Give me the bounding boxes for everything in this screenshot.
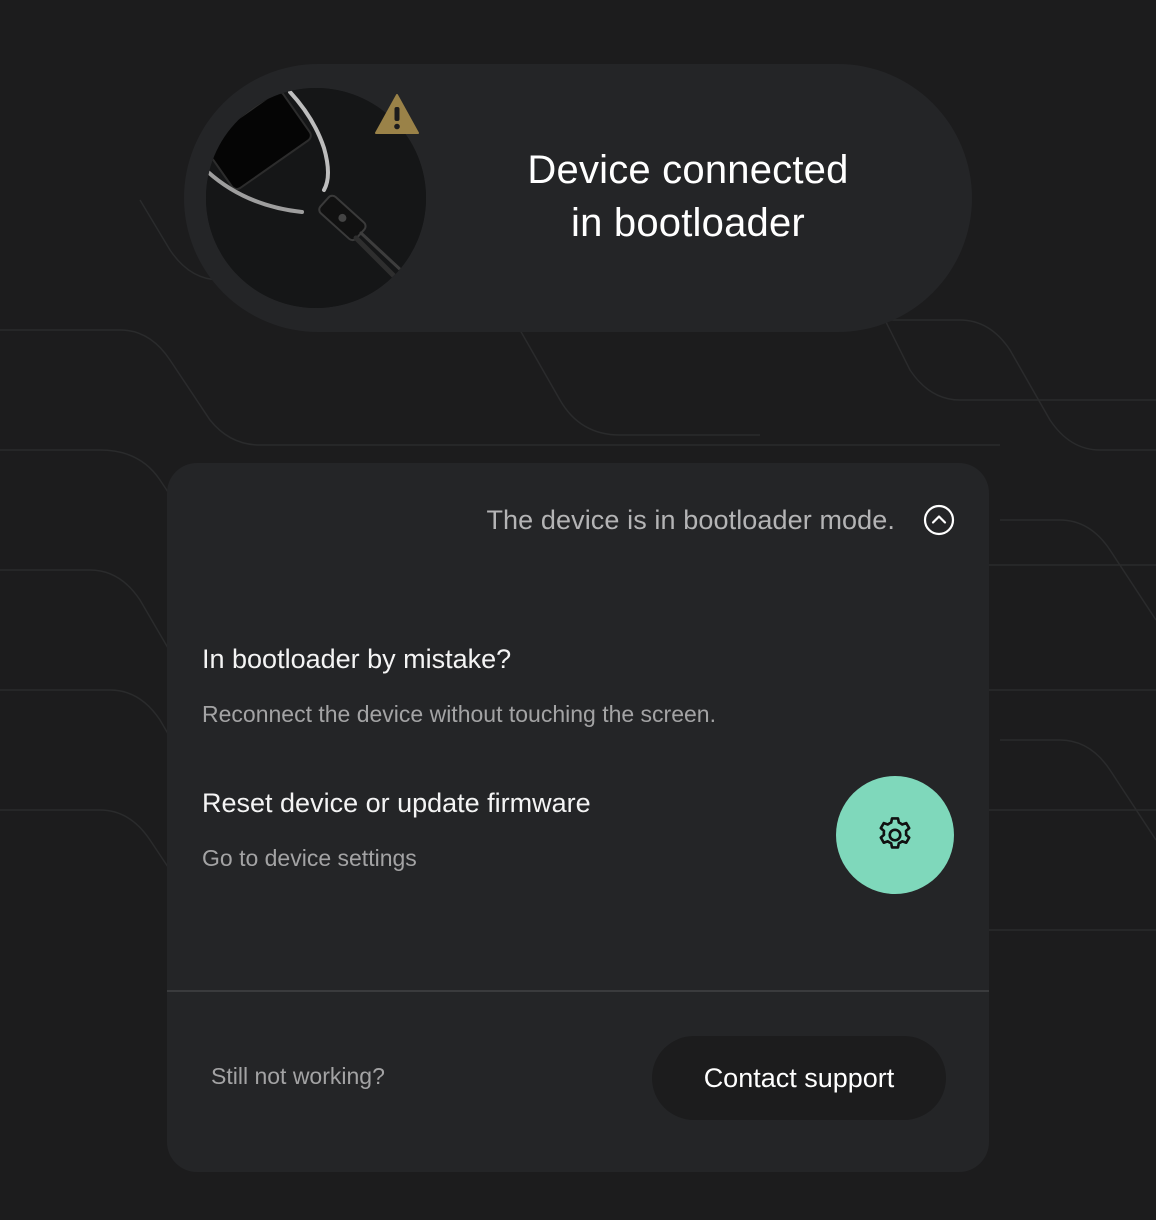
gear-icon: [879, 817, 911, 849]
chevron-up-circle-icon[interactable]: [923, 504, 955, 536]
status-title: Device connected in bootloader: [527, 148, 849, 245]
device-settings-button[interactable]: [836, 776, 954, 894]
page: Device connected in bootloader The devic…: [0, 0, 1156, 1220]
card-header-text: The device is in bootloader mode.: [486, 504, 895, 535]
reset-section: Reset device or update firmware Go to de…: [202, 787, 591, 873]
bootloader-help-card: The device is in bootloader mode. In boo…: [167, 463, 989, 1172]
mistake-title: In bootloader by mistake?: [202, 644, 512, 674]
mistake-description: Reconnect the device without touching th…: [202, 701, 716, 727]
mistake-section: In bootloader by mistake? Reconnect the …: [202, 643, 716, 729]
card-header[interactable]: The device is in bootloader mode.: [486, 501, 955, 539]
reset-title: Reset device or update firmware: [202, 788, 591, 818]
still-not-working-text: Still not working?: [211, 1063, 385, 1089]
status-banner: Device connected in bootloader: [184, 64, 972, 332]
reset-description: Go to device settings: [202, 845, 417, 871]
contact-support-button[interactable]: Contact support: [652, 1036, 946, 1120]
card-divider: [167, 990, 989, 992]
warning-icon: [375, 94, 419, 134]
